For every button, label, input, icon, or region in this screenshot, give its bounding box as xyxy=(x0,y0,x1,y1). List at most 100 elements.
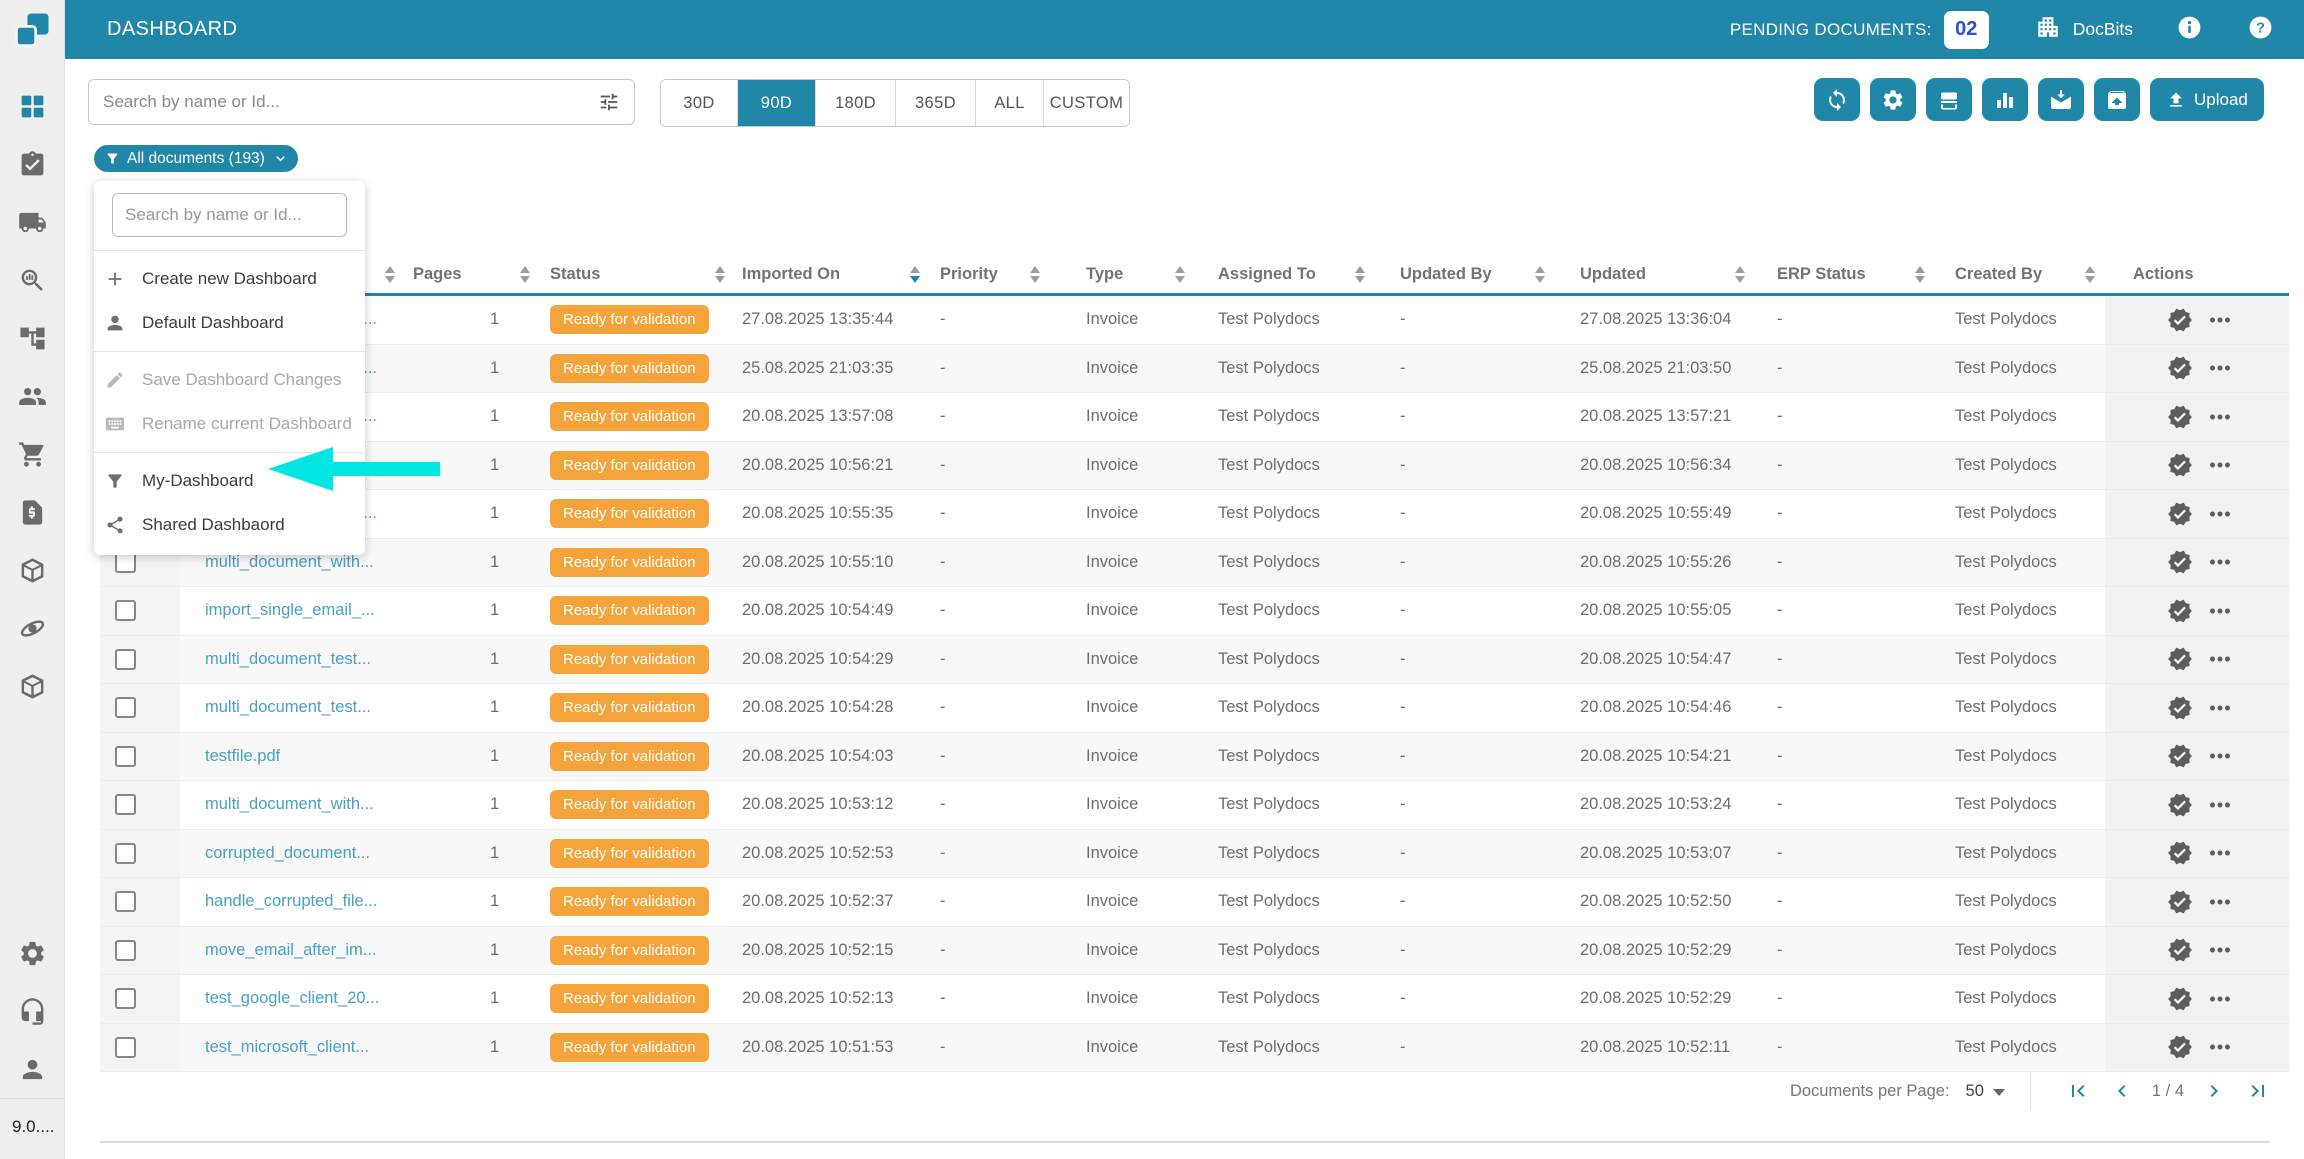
column-header-status[interactable]: Status xyxy=(540,255,735,293)
info-icon[interactable] xyxy=(2177,15,2202,45)
validate-action-icon[interactable] xyxy=(2167,840,2193,866)
sort-icon[interactable] xyxy=(1355,266,1365,283)
more-actions-icon[interactable] xyxy=(2205,790,2235,820)
horizontal-scrollbar-track[interactable] xyxy=(100,1141,2270,1143)
more-actions-icon[interactable] xyxy=(2205,838,2235,868)
sidebar-item-purchase[interactable] xyxy=(0,425,64,483)
sort-icon[interactable] xyxy=(1175,266,1185,283)
more-actions-icon[interactable] xyxy=(2205,644,2235,674)
document-name-link[interactable]: corrupted_document... xyxy=(205,844,370,863)
more-actions-icon[interactable] xyxy=(2205,450,2235,480)
document-name-link[interactable]: import_single_email_... xyxy=(205,601,375,620)
column-header-updated-by[interactable]: Updated By xyxy=(1375,255,1555,293)
settings-button[interactable] xyxy=(1870,78,1916,121)
dashboard-menu-search-input[interactable] xyxy=(112,193,347,237)
validate-action-icon[interactable] xyxy=(2167,792,2193,818)
more-actions-icon[interactable] xyxy=(2205,547,2235,577)
validate-action-icon[interactable] xyxy=(2167,549,2193,575)
sidebar-item-settings[interactable] xyxy=(0,924,64,982)
range-90d[interactable]: 90D xyxy=(737,80,815,126)
column-header-assigned-to[interactable]: Assigned To xyxy=(1195,255,1375,293)
scanner-button[interactable] xyxy=(1926,78,1972,121)
range-30d[interactable]: 30D xyxy=(661,80,737,126)
range-all[interactable]: ALL xyxy=(975,80,1043,126)
upload-button[interactable]: Upload xyxy=(2150,78,2264,121)
sidebar-item-inventory[interactable] xyxy=(0,657,64,715)
validate-action-icon[interactable] xyxy=(2167,355,2193,381)
more-actions-icon[interactable] xyxy=(2205,741,2235,771)
sidebar-item-shipping[interactable] xyxy=(0,193,64,251)
row-checkbox[interactable] xyxy=(115,940,136,961)
menu-item-create-new-dashboard[interactable]: Create new Dashboard xyxy=(94,257,365,301)
sidebar-item-packages[interactable] xyxy=(0,541,64,599)
validate-action-icon[interactable] xyxy=(2167,889,2193,915)
row-checkbox[interactable] xyxy=(115,794,136,815)
validate-action-icon[interactable] xyxy=(2167,937,2193,963)
sidebar-item-profile[interactable] xyxy=(0,1040,64,1098)
more-actions-icon[interactable] xyxy=(2205,984,2235,1014)
refresh-button[interactable] xyxy=(1814,78,1860,121)
validate-action-icon[interactable] xyxy=(2167,404,2193,430)
sort-icon-active[interactable] xyxy=(910,266,920,283)
menu-item-shared-dashboard[interactable]: Shared Dashbaord xyxy=(94,503,365,547)
sort-icon[interactable] xyxy=(1535,266,1545,283)
previous-page-button[interactable] xyxy=(2110,1079,2134,1103)
row-checkbox[interactable] xyxy=(115,746,136,767)
sidebar-item-workflow[interactable] xyxy=(0,309,64,367)
more-actions-icon[interactable] xyxy=(2205,887,2235,917)
validate-action-icon[interactable] xyxy=(2167,743,2193,769)
archive-upload-button[interactable] xyxy=(2094,78,2140,121)
more-actions-icon[interactable] xyxy=(2205,935,2235,965)
document-name-link[interactable]: move_email_after_im... xyxy=(205,941,377,960)
document-name-link[interactable]: testfile.pdf xyxy=(205,747,280,766)
more-actions-icon[interactable] xyxy=(2205,596,2235,626)
more-actions-icon[interactable] xyxy=(2205,499,2235,529)
sidebar-item-support[interactable] xyxy=(0,982,64,1040)
more-actions-icon[interactable] xyxy=(2205,353,2235,383)
more-actions-icon[interactable] xyxy=(2205,402,2235,432)
document-name-link[interactable]: test_microsoft_client... xyxy=(205,1038,369,1057)
more-actions-icon[interactable] xyxy=(2205,693,2235,723)
menu-item-default-dashboard[interactable]: Default Dashboard xyxy=(94,301,365,345)
all-documents-filter-chip[interactable]: All documents (193) xyxy=(94,145,298,172)
column-header-updated[interactable]: Updated xyxy=(1555,255,1755,293)
column-header-pages[interactable]: Pages xyxy=(405,255,540,293)
sidebar-item-dashboard[interactable] xyxy=(0,77,64,135)
sidebar-item-tasks[interactable] xyxy=(0,135,64,193)
sidebar-item-integrations[interactable] xyxy=(0,599,64,657)
validate-action-icon[interactable] xyxy=(2167,1034,2193,1060)
document-name-link[interactable]: multi_document_test... xyxy=(205,650,371,669)
row-checkbox[interactable] xyxy=(115,988,136,1009)
chart-button[interactable] xyxy=(1982,78,2028,121)
sort-icon[interactable] xyxy=(1030,266,1040,283)
row-checkbox[interactable] xyxy=(115,891,136,912)
per-page-select[interactable]: 50 xyxy=(1966,1082,2005,1101)
row-checkbox[interactable] xyxy=(115,1037,136,1058)
sort-icon[interactable] xyxy=(1915,266,1925,283)
sort-icon[interactable] xyxy=(715,266,725,283)
range-180d[interactable]: 180D xyxy=(815,80,895,126)
validate-action-icon[interactable] xyxy=(2167,452,2193,478)
validate-action-icon[interactable] xyxy=(2167,646,2193,672)
column-header-type[interactable]: Type xyxy=(1050,255,1195,293)
row-checkbox[interactable] xyxy=(115,649,136,670)
validate-action-icon[interactable] xyxy=(2167,695,2193,721)
search-filter-icon[interactable] xyxy=(598,91,620,113)
sort-icon[interactable] xyxy=(2085,266,2095,283)
validate-action-icon[interactable] xyxy=(2167,598,2193,624)
sort-icon[interactable] xyxy=(385,266,395,283)
range-365d[interactable]: 365D xyxy=(895,80,975,126)
sidebar-item-users[interactable] xyxy=(0,367,64,425)
more-actions-icon[interactable] xyxy=(2205,305,2235,335)
mail-download-button[interactable] xyxy=(2038,78,2084,121)
column-header-priority[interactable]: Priority xyxy=(930,255,1050,293)
next-page-button[interactable] xyxy=(2202,1079,2226,1103)
sidebar-item-analytics[interactable] xyxy=(0,251,64,309)
document-name-link[interactable]: handle_corrupted_file... xyxy=(205,892,377,911)
sort-icon[interactable] xyxy=(1735,266,1745,283)
document-name-link[interactable]: multi_document_with... xyxy=(205,795,374,814)
range-custom[interactable]: CUSTOM xyxy=(1043,80,1129,126)
menu-item-my-dashboard[interactable]: My-Dashboard xyxy=(94,459,365,503)
last-page-button[interactable] xyxy=(2246,1079,2270,1103)
sort-icon[interactable] xyxy=(520,266,530,283)
